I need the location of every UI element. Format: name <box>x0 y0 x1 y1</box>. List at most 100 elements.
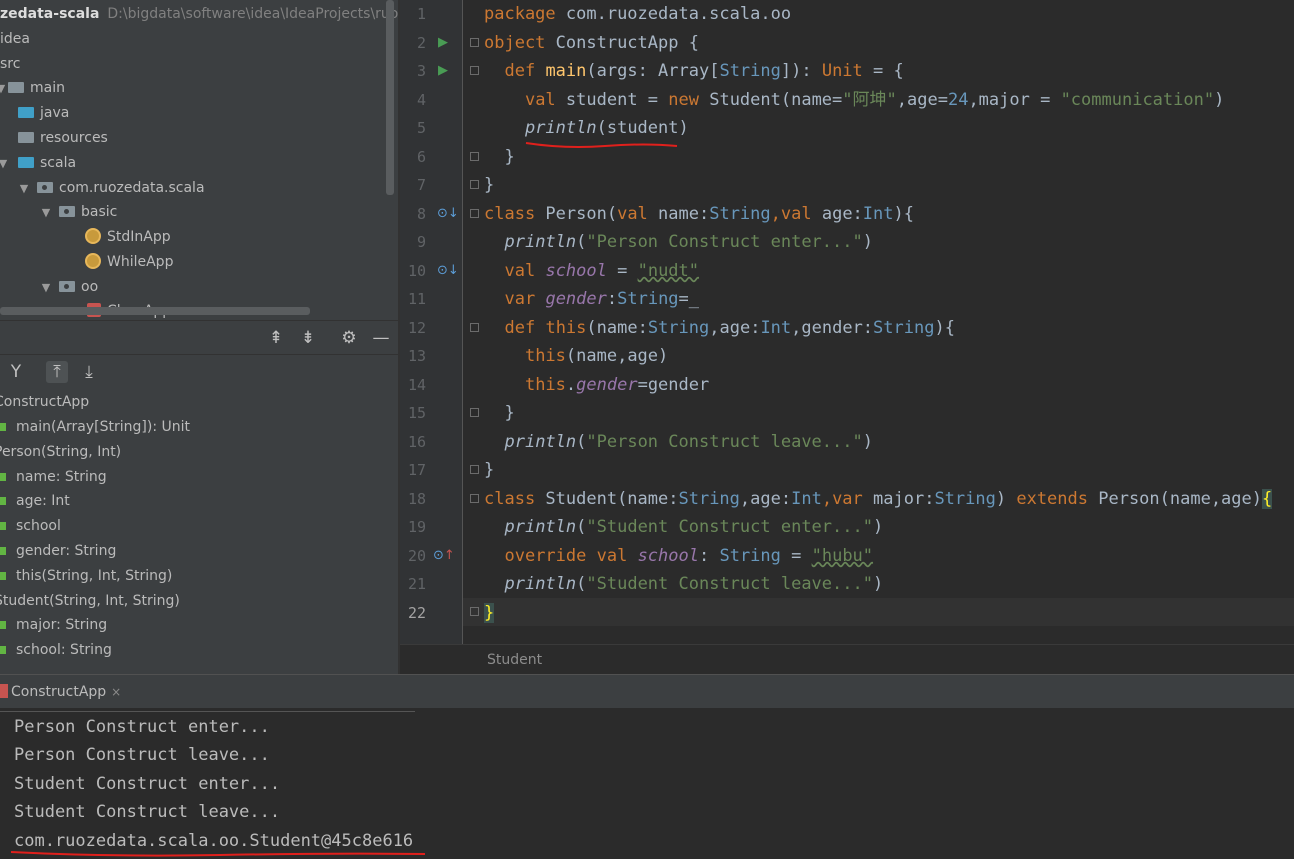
chevron-down-icon[interactable]: ▼ <box>39 200 53 225</box>
structure-item[interactable]: name: String <box>0 465 107 490</box>
structure-item[interactable]: age: Int <box>0 489 70 514</box>
code-line[interactable]: object ConstructApp { <box>484 29 699 58</box>
tree-label: WhileApp <box>107 254 174 270</box>
code-token: ]): <box>780 61 822 81</box>
expand-all-icon[interactable]: ⇞ <box>265 327 287 349</box>
tree-item-package-root[interactable]: ▼ com.ruozedata.scala <box>17 176 205 201</box>
field-icon <box>0 646 6 654</box>
run-icon[interactable]: ▶ <box>438 64 448 78</box>
scala-object-icon <box>85 253 101 269</box>
navigate-up-icon[interactable]: ⤒ <box>46 361 68 383</box>
code-line[interactable]: this(name,age) <box>484 342 668 371</box>
code-line[interactable]: } <box>484 143 514 172</box>
tree-item-oo[interactable]: ▼ oo <box>39 275 98 300</box>
overrides-icon[interactable]: ⊙↑ <box>433 549 455 563</box>
code-line[interactable]: val student = new Student(name="阿坤",age=… <box>484 86 1224 115</box>
fold-icon[interactable] <box>470 465 479 474</box>
tree-item-stdinapp[interactable]: StdInApp <box>85 225 171 250</box>
project-root[interactable]: zedata-scala D:\bigdata\software\idea\Ide… <box>0 2 398 27</box>
fold-icon[interactable] <box>470 323 479 332</box>
structure-item[interactable]: gender: String <box>0 539 116 564</box>
code-line[interactable]: } <box>484 171 494 200</box>
code-token: gender <box>576 374 638 395</box>
gutter-separator <box>462 0 463 644</box>
code-line[interactable]: println("Person Construct enter...") <box>484 228 873 257</box>
source-folder-icon <box>18 107 34 118</box>
tree-item-scala[interactable]: ▼ scala <box>0 151 76 176</box>
chevron-down-icon[interactable]: ▼ <box>0 76 8 101</box>
method-icon <box>0 423 6 431</box>
code-token: String <box>678 488 740 509</box>
code-line[interactable]: } <box>484 599 495 628</box>
structure-item[interactable]: ConstructApp <box>0 390 89 415</box>
run-tab[interactable]: ConstructApp × <box>0 675 133 709</box>
tree-label: basic <box>81 204 118 220</box>
gear-icon[interactable]: ⚙ <box>338 327 360 349</box>
code-token: Person( <box>535 203 618 224</box>
line-number: 16 <box>407 432 426 451</box>
fold-icon[interactable] <box>470 209 479 218</box>
divider <box>0 711 415 712</box>
navigate-down-icon[interactable]: ⤓ <box>78 361 100 383</box>
chevron-down-icon[interactable]: ▼ <box>39 275 53 300</box>
fold-icon[interactable] <box>470 494 479 503</box>
code-token: String <box>719 61 781 81</box>
structure-label: name: String <box>16 469 107 485</box>
structure-item[interactable]: school <box>0 514 61 539</box>
code-line[interactable]: var gender:String=_ <box>484 285 699 314</box>
code-line[interactable]: } <box>484 399 514 428</box>
structure-item[interactable]: main(Array[String]): Unit <box>0 415 190 440</box>
tree-item-resources[interactable]: resources <box>18 126 108 151</box>
code-line[interactable]: class Student(name:String,age:Int,var ma… <box>484 485 1273 514</box>
fold-icon[interactable] <box>470 66 479 75</box>
code-line[interactable]: def this(name:String,age:Int,gender:Stri… <box>484 314 954 343</box>
console-output[interactable]: Person Construct enter... Person Constru… <box>0 708 1294 858</box>
code-token: extends <box>1016 488 1088 509</box>
fold-icon[interactable] <box>470 180 479 189</box>
line-number: 5 <box>416 119 426 137</box>
implemented-icon[interactable]: ⊙↓ <box>437 207 459 221</box>
run-icon[interactable]: ▶ <box>438 36 448 50</box>
code-editor[interactable]: 1 2 3 4 5 6 7 8 9 10 11 12 13 14 15 16 1… <box>400 0 1294 644</box>
collapse-all-icon[interactable]: ⇟ <box>297 327 319 349</box>
fold-icon[interactable] <box>470 408 479 417</box>
code-line[interactable]: class Person(val name:String,val age:Int… <box>484 200 914 229</box>
code-line[interactable]: println("Student Construct enter...") <box>484 513 883 542</box>
minimize-icon[interactable]: — <box>370 327 392 349</box>
tree-item-src[interactable]: src <box>0 52 20 77</box>
code-line[interactable]: println("Person Construct leave...") <box>484 428 873 457</box>
tree-item-main[interactable]: ▼ main <box>0 76 65 101</box>
code-line[interactable]: val school = "nudt" <box>484 257 699 286</box>
tree-item-idea[interactable]: idea <box>0 27 30 52</box>
chevron-down-icon[interactable]: ▼ <box>0 151 10 176</box>
code-token: ,gender: <box>791 317 874 338</box>
code-line[interactable]: println("Student Construct leave...") <box>484 570 883 599</box>
structure-item[interactable]: major: String <box>0 613 107 638</box>
console-line: Person Construct enter... <box>14 717 270 737</box>
fold-icon[interactable] <box>470 38 479 47</box>
structure-item[interactable]: school: String <box>0 638 112 663</box>
show-inherited-icon[interactable]: Y <box>5 361 27 383</box>
code-line[interactable]: } <box>484 456 494 485</box>
code-line[interactable]: this.gender=gender <box>484 371 709 400</box>
breadcrumb-item[interactable]: Student <box>487 652 542 668</box>
structure-item[interactable]: Person(String, Int) <box>0 440 121 465</box>
fold-icon[interactable] <box>470 607 479 616</box>
code-line[interactable]: override val school: String = "hubu" <box>484 542 873 571</box>
tree-item-whileapp[interactable]: WhileApp <box>85 250 173 275</box>
breadcrumb[interactable]: Student <box>400 644 1294 675</box>
overridden-icon[interactable]: ⊙↓ <box>437 264 459 278</box>
structure-item[interactable]: Student(String, Int, String) <box>0 589 180 614</box>
tree-item-basic[interactable]: ▼ basic <box>39 200 118 225</box>
horizontal-scrollbar[interactable] <box>0 307 310 315</box>
project-panel: zedata-scala D:\bigdata\software\idea\Ide… <box>0 0 398 320</box>
structure-item[interactable]: this(String, Int, String) <box>0 564 172 589</box>
chevron-down-icon[interactable]: ▼ <box>17 176 31 201</box>
close-icon[interactable]: × <box>111 685 121 699</box>
fold-icon[interactable] <box>470 152 479 161</box>
code-token: = { <box>862 61 904 81</box>
code-line[interactable]: package com.ruozedata.scala.oo <box>484 0 791 29</box>
vertical-scrollbar[interactable] <box>386 0 394 195</box>
tree-item-java[interactable]: java <box>18 101 69 126</box>
code-line[interactable]: def main(args: Array[String]): Unit = { <box>484 57 904 86</box>
